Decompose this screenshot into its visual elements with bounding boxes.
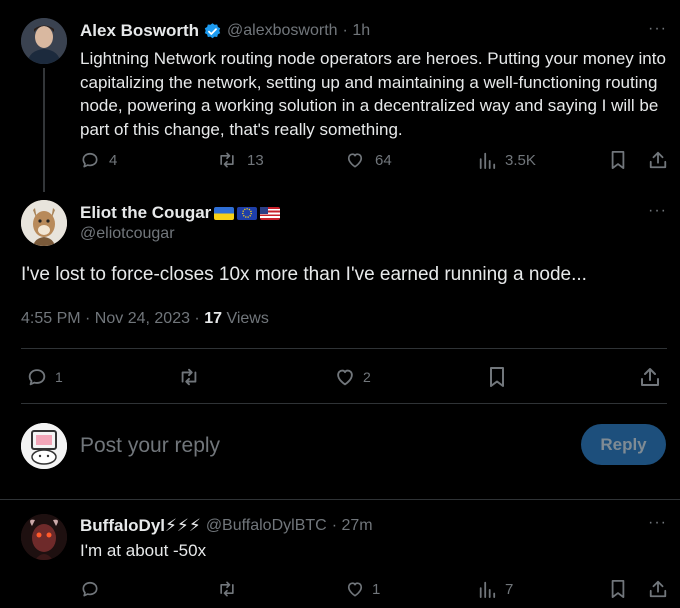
like-button[interactable]: 64 xyxy=(344,150,392,170)
thread-line xyxy=(43,68,45,192)
bookmark-icon xyxy=(611,580,625,598)
author-handle[interactable]: @eliotcougar xyxy=(80,225,175,243)
reply-button[interactable]: Reply xyxy=(581,424,666,465)
share-icon xyxy=(641,368,659,386)
timestamp-text: 4:55 PM · Nov 24, 2023 · xyxy=(21,310,205,327)
reply-button[interactable] xyxy=(80,579,100,599)
reply-count: 1 xyxy=(55,369,63,385)
divider xyxy=(21,348,667,349)
eu-flag-icon xyxy=(237,206,258,220)
tweet1-header: Alex Bosworth @alexbosworth · 1h xyxy=(80,21,370,41)
bookmark-button[interactable] xyxy=(609,150,627,170)
views-bar-chart-icon xyxy=(479,152,496,169)
avatar-alex-bosworth[interactable] xyxy=(21,18,67,64)
retweet-icon xyxy=(220,581,234,597)
author-name[interactable]: Eliot the Cougar xyxy=(80,203,211,223)
share-button[interactable] xyxy=(648,579,668,599)
reply-input[interactable] xyxy=(80,428,560,464)
author-handle[interactable]: @alexbosworth xyxy=(227,22,338,40)
avatar-current-user[interactable] xyxy=(21,423,67,469)
reply-icon xyxy=(82,581,98,597)
author-handle[interactable]: @BuffaloDylBTC xyxy=(206,517,327,535)
retweet-icon xyxy=(220,152,234,168)
tweet3-header: BuffaloDyl⚡⚡⚡ @BuffaloDylBTC · 27m xyxy=(80,516,373,536)
retweet-button[interactable]: 13 xyxy=(216,150,264,170)
divider xyxy=(21,403,667,404)
avatar-buffalodyl[interactable] xyxy=(21,514,67,560)
heart-icon xyxy=(347,582,363,597)
more-options-icon[interactable]: ··· xyxy=(648,514,667,532)
share-button[interactable] xyxy=(639,366,661,388)
tweet-timestamp[interactable]: 4:55 PM · Nov 24, 2023 · 17 Views xyxy=(21,310,269,328)
heart-icon xyxy=(337,369,353,386)
tweet2-header: Eliot the Cougar xyxy=(80,203,281,223)
tweet1-text: Lightning Network routing node operators… xyxy=(80,49,666,139)
views-label: Views xyxy=(222,310,269,327)
like-button[interactable]: 1 xyxy=(344,579,380,599)
reply-button[interactable]: 4 xyxy=(80,150,117,170)
views-count: 7 xyxy=(505,580,514,598)
reply-icon xyxy=(82,152,98,168)
share-button[interactable] xyxy=(648,150,668,170)
retweet-button[interactable] xyxy=(216,579,238,599)
retweet-icon xyxy=(181,368,197,386)
like-count: 1 xyxy=(372,580,381,598)
author-name[interactable]: BuffaloDyl⚡⚡⚡ xyxy=(80,516,201,536)
bookmark-button[interactable] xyxy=(487,366,507,388)
reply-icon xyxy=(28,369,46,386)
more-options-icon[interactable]: ··· xyxy=(648,20,667,38)
heart-icon xyxy=(347,153,363,168)
author-name[interactable]: Alex Bosworth xyxy=(80,21,199,41)
tweet3-text: I'm at about -50x xyxy=(80,541,207,560)
like-count: 2 xyxy=(363,369,371,385)
retweet-count: 13 xyxy=(247,151,264,169)
reply-button[interactable]: 1 xyxy=(25,366,63,388)
tweet-time[interactable]: · 1h xyxy=(343,22,371,40)
like-button[interactable]: 2 xyxy=(332,366,371,388)
views-count: 17 xyxy=(204,310,222,327)
bookmark-icon xyxy=(490,367,504,387)
bookmark-icon xyxy=(611,151,625,169)
share-icon xyxy=(649,151,667,169)
like-count: 64 xyxy=(375,151,392,169)
us-flag-icon xyxy=(260,206,281,220)
verified-badge-icon xyxy=(203,22,222,41)
retweet-button[interactable] xyxy=(176,366,202,388)
tweet-time[interactable]: · 27m xyxy=(332,517,373,535)
ukraine-flag-icon xyxy=(214,206,235,220)
views-button[interactable]: 3.5K xyxy=(478,150,536,170)
divider xyxy=(0,499,680,500)
share-icon xyxy=(649,580,667,598)
views-button[interactable]: 7 xyxy=(478,579,513,599)
reply-count: 4 xyxy=(109,151,118,169)
more-options-icon[interactable]: ··· xyxy=(648,202,667,220)
views-count: 3.5K xyxy=(505,151,536,169)
bookmark-button[interactable] xyxy=(609,579,627,599)
avatar-eliot-the-cougar[interactable] xyxy=(21,200,67,246)
tweet2-text: I've lost to force-closes 10x more than … xyxy=(21,264,587,285)
views-bar-chart-icon xyxy=(479,581,496,598)
